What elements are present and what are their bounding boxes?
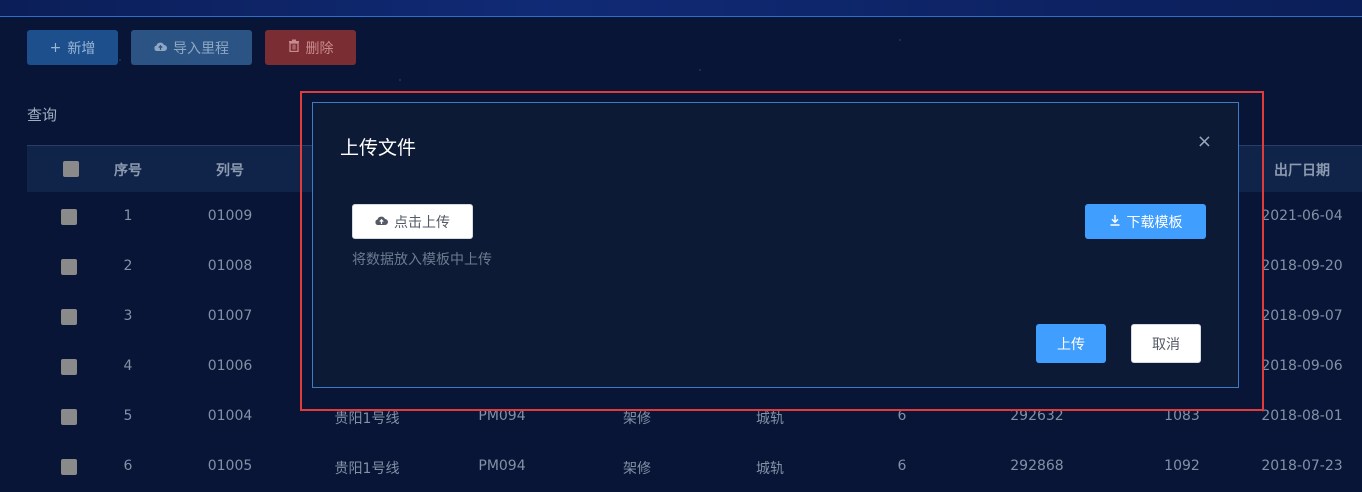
- cell-index: 3: [123, 308, 133, 324]
- header-train-no: 列号: [216, 163, 244, 179]
- cell-index: 5: [123, 408, 133, 424]
- cloud-upload-icon: [375, 214, 388, 230]
- close-icon[interactable]: ×: [1197, 131, 1212, 152]
- row-checkbox[interactable]: [61, 359, 77, 379]
- cell-repair: 架修: [623, 411, 651, 427]
- download-button-label: 下载模板: [1126, 214, 1183, 231]
- cell-factory-date: 2018-09-06: [1261, 358, 1343, 374]
- download-icon: [1109, 214, 1121, 230]
- plus-icon: +: [49, 39, 62, 56]
- import-button-label: 导入里程: [173, 40, 229, 57]
- table-row[interactable]: 6 01005 贵阳1号线 PM094 架修 城轨 6 292868 1092 2018-07-2…: [27, 442, 1362, 492]
- cancel-button[interactable]: 取消: [1131, 324, 1201, 363]
- cell-train-no: 01006: [207, 358, 253, 374]
- cell-factory-date: 2018-09-07: [1261, 308, 1343, 324]
- cell-model: PM094: [478, 458, 526, 474]
- add-button-label: 新增: [67, 40, 96, 57]
- header-factory-date: 出厂日期: [1274, 163, 1330, 179]
- cell-repair: 架修: [623, 461, 651, 477]
- click-upload-button[interactable]: 点击上传: [352, 204, 473, 239]
- row-checkbox[interactable]: [61, 459, 77, 479]
- cell-index: 1: [123, 208, 133, 224]
- delete-button-label: 删除: [305, 40, 334, 57]
- upload-confirm-button[interactable]: 上传: [1036, 324, 1106, 363]
- upload-dialog: 上传文件 × 点击上传 将数据放入模板中上传 下载模板 上传 取消: [312, 102, 1239, 388]
- cell-train-no: 01004: [207, 408, 253, 424]
- top-header-bar: [0, 0, 1362, 17]
- cell-factory-date: 2018-09-20: [1261, 258, 1343, 274]
- cell-train-no: 01005: [207, 458, 253, 474]
- header-index: 序号: [114, 163, 142, 179]
- row-checkbox[interactable]: [61, 409, 77, 429]
- row-checkbox[interactable]: [61, 209, 77, 229]
- cell-type: 城轨: [756, 411, 784, 427]
- upload-button-label: 点击上传: [394, 214, 450, 231]
- cell-train-no: 01009: [207, 208, 253, 224]
- cloud-upload-icon: [154, 40, 167, 56]
- row-checkbox[interactable]: [61, 309, 77, 329]
- cell-index: 6: [123, 458, 133, 474]
- cell-mileage: 292868: [1010, 458, 1064, 474]
- toolbar: + 新增 导入里程 删除: [27, 30, 356, 65]
- upload-tip: 将数据放入模板中上传: [352, 252, 492, 268]
- cell-line: 贵阳1号线: [334, 461, 400, 477]
- cell-type: 城轨: [756, 461, 784, 477]
- cell-line: 贵阳1号线: [334, 411, 400, 427]
- cell-train-no: 01008: [207, 258, 253, 274]
- add-button[interactable]: + 新增: [27, 30, 118, 65]
- cell-count: 6: [897, 458, 907, 474]
- import-mileage-button[interactable]: 导入里程: [131, 30, 252, 65]
- query-label: 查询: [27, 106, 58, 124]
- cell-factory-date: 2018-07-23: [1261, 458, 1343, 474]
- row-checkbox[interactable]: [61, 259, 77, 279]
- cell-factory-date: 2018-08-01: [1261, 408, 1343, 424]
- cell-train-no: 01007: [207, 308, 253, 324]
- cell-index: 2: [123, 258, 133, 274]
- trash-icon: [288, 39, 300, 56]
- download-template-button[interactable]: 下载模板: [1085, 204, 1206, 239]
- dialog-title: 上传文件: [340, 137, 417, 159]
- cell-factory-date: 2021-06-04: [1261, 208, 1343, 224]
- select-all-checkbox[interactable]: [63, 161, 79, 181]
- delete-button[interactable]: 删除: [265, 30, 356, 65]
- cell-index: 4: [123, 358, 133, 374]
- cell-value: 1092: [1164, 458, 1200, 474]
